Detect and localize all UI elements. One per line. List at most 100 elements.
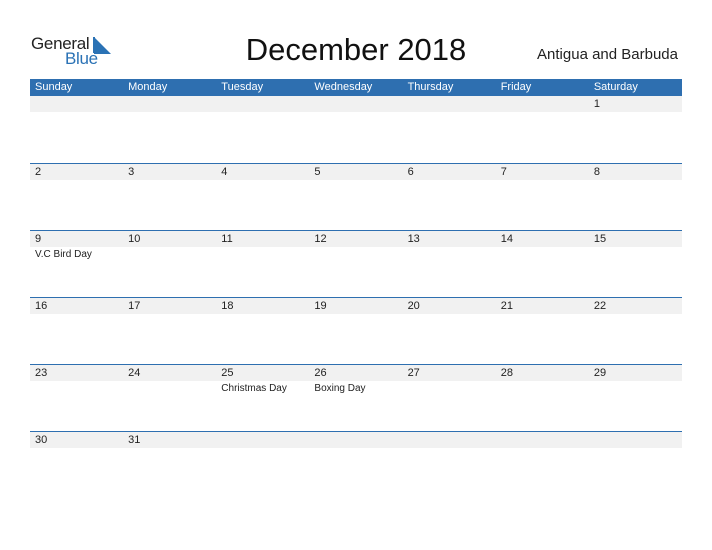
holiday-label: [403, 448, 496, 450]
day-number: [403, 96, 496, 112]
holiday-label: [123, 381, 216, 394]
day-number: 14: [500, 233, 513, 245]
holiday-label: [403, 180, 496, 182]
day-number: [309, 432, 402, 448]
week-row: 2 3 4 5 6 7 8: [30, 163, 682, 230]
holiday-label: [496, 180, 589, 182]
holiday-label: [216, 314, 309, 316]
day-number: 5: [314, 166, 321, 178]
events-row: V.C Bird Day: [30, 247, 682, 260]
holiday-label: [216, 180, 309, 182]
holiday-label: [496, 448, 589, 450]
holiday-label: [589, 381, 682, 394]
day-number: 20: [407, 300, 420, 312]
day-number: 10: [128, 233, 141, 245]
holiday-label: [589, 448, 682, 450]
day-number: 12: [314, 233, 327, 245]
day-number: 3: [128, 166, 135, 178]
day-number: 15: [593, 233, 607, 245]
day-number: [496, 96, 589, 112]
holiday-label: Christmas Day: [221, 383, 287, 394]
holiday-label: Boxing Day: [314, 383, 366, 394]
day-number: 27: [407, 367, 420, 379]
weekday-monday: Monday: [128, 81, 168, 93]
day-number: 22: [593, 300, 607, 312]
week-row: 16 17 18 19 20 21 22: [30, 297, 682, 364]
day-number: 26: [314, 367, 327, 379]
day-number: 8: [593, 166, 600, 178]
holiday-label: [589, 180, 682, 182]
holiday-label: [496, 381, 589, 394]
holiday-label: [123, 112, 216, 114]
weekday-friday: Friday: [500, 81, 532, 93]
day-number: 19: [314, 300, 327, 312]
date-strip: 30 31: [30, 431, 682, 448]
date-strip: 9 10 11 12 13 14 15: [30, 230, 682, 247]
day-number: 17: [128, 300, 141, 312]
holiday-label: [403, 314, 496, 316]
events-row: [30, 448, 682, 450]
day-number: 11: [221, 233, 233, 245]
day-number: 24: [128, 367, 141, 379]
week-row: 30 31: [30, 431, 682, 498]
day-number: 30: [35, 434, 48, 446]
day-number: 25: [221, 367, 234, 379]
week-row: 1: [30, 96, 682, 163]
day-number: 9: [35, 233, 42, 245]
weekday-thursday: Thursday: [407, 81, 454, 93]
holiday-label: [309, 448, 402, 450]
events-row: [30, 314, 682, 316]
holiday-label: [403, 112, 496, 114]
day-number: [123, 96, 216, 112]
events-row: [30, 112, 682, 114]
holiday-label: [123, 314, 216, 316]
weekday-header: Sunday Monday Tuesday Wednesday Thursday…: [30, 79, 682, 96]
day-number: [216, 96, 309, 112]
day-number: 1: [593, 98, 600, 110]
holiday-label: [309, 314, 402, 316]
holiday-label: [30, 314, 123, 316]
holiday-label: [123, 180, 216, 182]
day-number: [403, 432, 496, 448]
holiday-label: [216, 112, 309, 114]
holiday-label: [309, 180, 402, 182]
day-number: [30, 96, 123, 112]
day-number: [216, 432, 309, 448]
holiday-label: [589, 314, 682, 316]
week-row: 23 24 25 26 27 28 29 Christmas Day Boxing Day: [30, 364, 682, 431]
day-number: 4: [221, 166, 228, 178]
day-number: 13: [407, 233, 420, 245]
holiday-label: [496, 314, 589, 316]
day-number: [496, 432, 589, 448]
day-number: 21: [500, 300, 513, 312]
events-row: Christmas Day Boxing Day: [30, 381, 682, 394]
day-number: 31: [128, 434, 141, 446]
holiday-label: [309, 247, 402, 260]
date-strip: 1: [30, 96, 682, 112]
holiday-label: [496, 112, 589, 114]
holiday-label: [30, 180, 123, 182]
weekday-wednesday: Wednesday: [314, 81, 373, 93]
holiday-label: [403, 247, 496, 260]
holiday-label: [589, 247, 682, 260]
day-number: 28: [500, 367, 513, 379]
events-row: [30, 180, 682, 182]
week-row: 9 10 11 12 13 14 15 V.C Bird Day: [30, 230, 682, 297]
holiday-label: [216, 448, 309, 450]
day-number: 7: [500, 166, 507, 178]
holiday-label: [496, 247, 589, 260]
weekday-tuesday: Tuesday: [221, 81, 264, 93]
day-number: 29: [593, 367, 607, 379]
date-strip: 2 3 4 5 6 7 8: [30, 163, 682, 180]
holiday-label: [589, 112, 682, 114]
holiday-label: [309, 112, 402, 114]
calendar-grid: Sunday Monday Tuesday Wednesday Thursday…: [30, 79, 682, 498]
holiday-label: [30, 381, 123, 394]
day-number: 23: [35, 367, 48, 379]
holiday-label: [123, 448, 216, 450]
date-strip: 23 24 25 26 27 28 29: [30, 364, 682, 381]
holiday-label: [403, 381, 496, 394]
holiday-label: [30, 448, 123, 450]
day-number: 16: [35, 300, 48, 312]
day-number: 6: [407, 166, 414, 178]
